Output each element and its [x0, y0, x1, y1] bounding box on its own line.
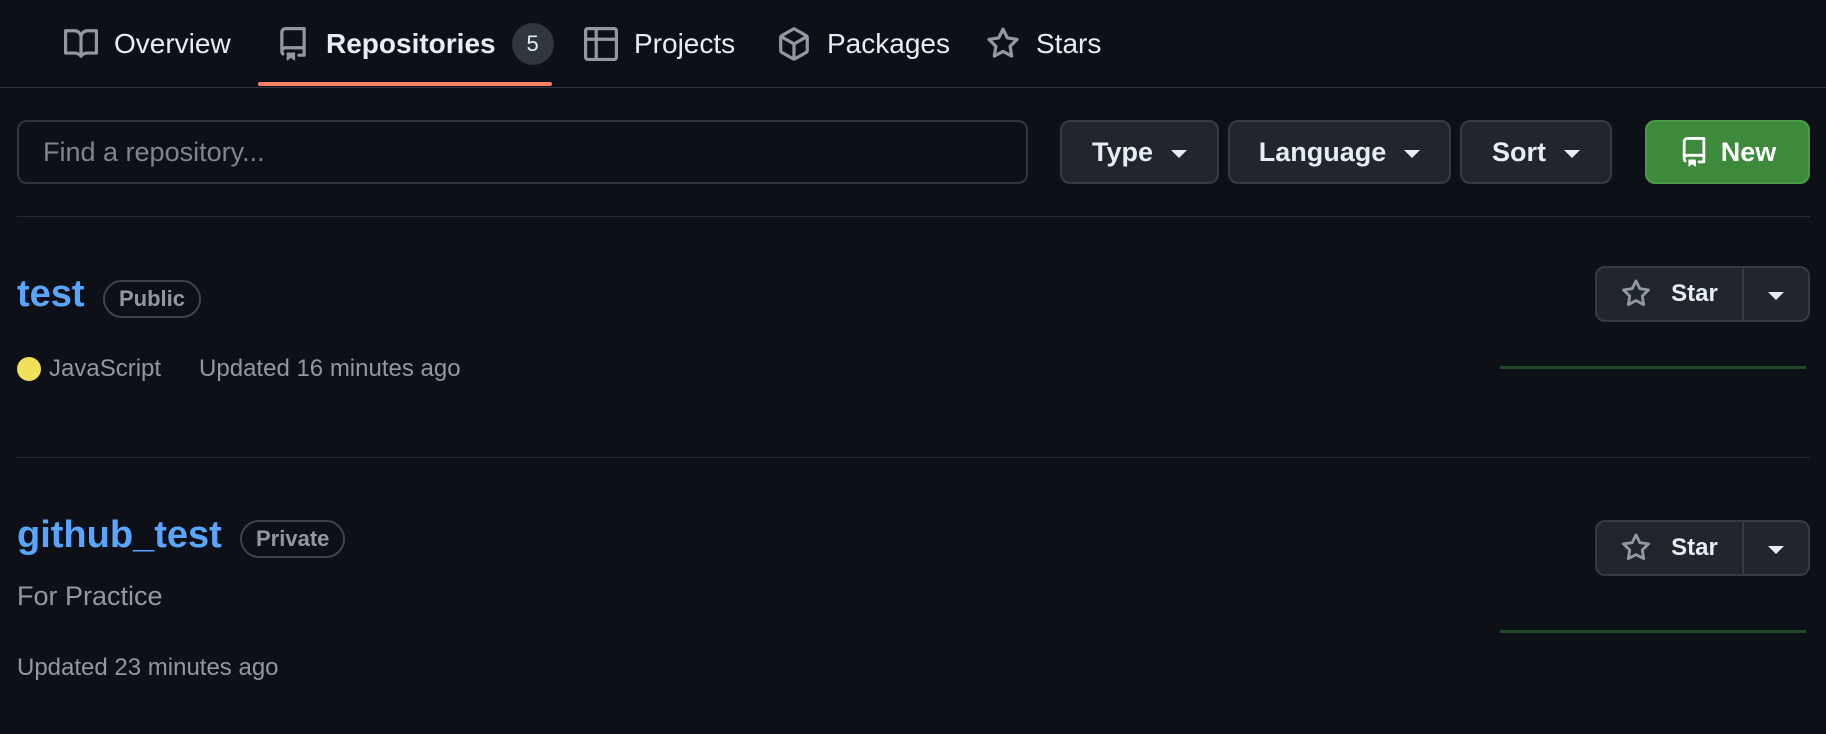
package-icon: [777, 27, 811, 61]
language-color-dot: [17, 357, 41, 381]
repo-language: JavaScript: [49, 355, 162, 382]
new-repository-label: New: [1720, 136, 1777, 167]
tab-stars-label: Stars: [1036, 28, 1102, 59]
table-icon: [584, 27, 618, 61]
chevron-down-icon: [1768, 292, 1784, 300]
tab-repositories[interactable]: Repositories 5: [276, 0, 554, 88]
chevron-down-icon: [1564, 150, 1580, 158]
tab-repositories-label: Repositories: [326, 28, 496, 59]
chevron-down-icon: [1404, 150, 1421, 158]
new-repository-button[interactable]: New: [1645, 120, 1810, 184]
tab-projects[interactable]: Projects: [584, 0, 735, 88]
selected-tab-underline: [258, 82, 552, 86]
type-filter-button[interactable]: Type: [1060, 120, 1219, 184]
visibility-badge: Public: [103, 280, 202, 318]
repo-description: For Practice: [17, 581, 163, 611]
tab-projects-label: Projects: [634, 28, 736, 59]
activity-sparkline: [1500, 630, 1806, 633]
tab-packages-label: Packages: [827, 28, 950, 59]
repo-updated-time: Updated 16 minutes ago: [199, 355, 461, 382]
list-divider: [17, 216, 1810, 217]
star-icon: [986, 27, 1020, 61]
repo-meta: Updated 23 minutes ago: [17, 654, 279, 682]
tab-stars[interactable]: Stars: [986, 0, 1101, 88]
tab-packages[interactable]: Packages: [777, 0, 950, 88]
tab-overview[interactable]: Overview: [64, 0, 231, 88]
visibility-badge: Private: [240, 520, 346, 558]
repo-name-link[interactable]: test: [17, 273, 85, 316]
repo-icon: [1682, 137, 1705, 167]
star-list-dropdown-button[interactable]: [1744, 268, 1808, 320]
repo-name-link[interactable]: github_test: [17, 514, 222, 557]
profile-tab-nav: Overview Repositories 5 Projects Package…: [0, 0, 1826, 88]
language-filter-button[interactable]: Language: [1228, 120, 1451, 184]
repository-count-badge: 5: [511, 23, 554, 65]
language-filter-label: Language: [1258, 136, 1387, 167]
sort-filter-button[interactable]: Sort: [1460, 120, 1612, 184]
book-icon: [64, 27, 98, 61]
type-filter-label: Type: [1091, 136, 1153, 167]
star-button[interactable]: Star: [1597, 522, 1744, 574]
tab-overview-label: Overview: [114, 28, 231, 59]
list-divider: [17, 457, 1810, 458]
repo-updated-time: Updated 23 minutes ago: [17, 654, 279, 681]
star-button-label: Star: [1671, 534, 1718, 561]
star-button-group: Star: [1595, 266, 1810, 322]
star-icon: [1622, 279, 1651, 307]
star-button-label: Star: [1671, 280, 1718, 307]
star-list-dropdown-button[interactable]: [1744, 522, 1808, 574]
find-repository-input[interactable]: [17, 120, 1028, 184]
star-button[interactable]: Star: [1597, 268, 1744, 320]
chevron-down-icon: [1768, 546, 1784, 554]
star-button-group: Star: [1595, 520, 1810, 576]
activity-sparkline: [1500, 366, 1806, 369]
sort-filter-label: Sort: [1492, 136, 1546, 167]
repo-icon: [276, 27, 310, 61]
star-icon: [1622, 533, 1651, 561]
repo-meta: JavaScript Updated 16 minutes ago: [17, 355, 461, 383]
chevron-down-icon: [1171, 150, 1187, 158]
